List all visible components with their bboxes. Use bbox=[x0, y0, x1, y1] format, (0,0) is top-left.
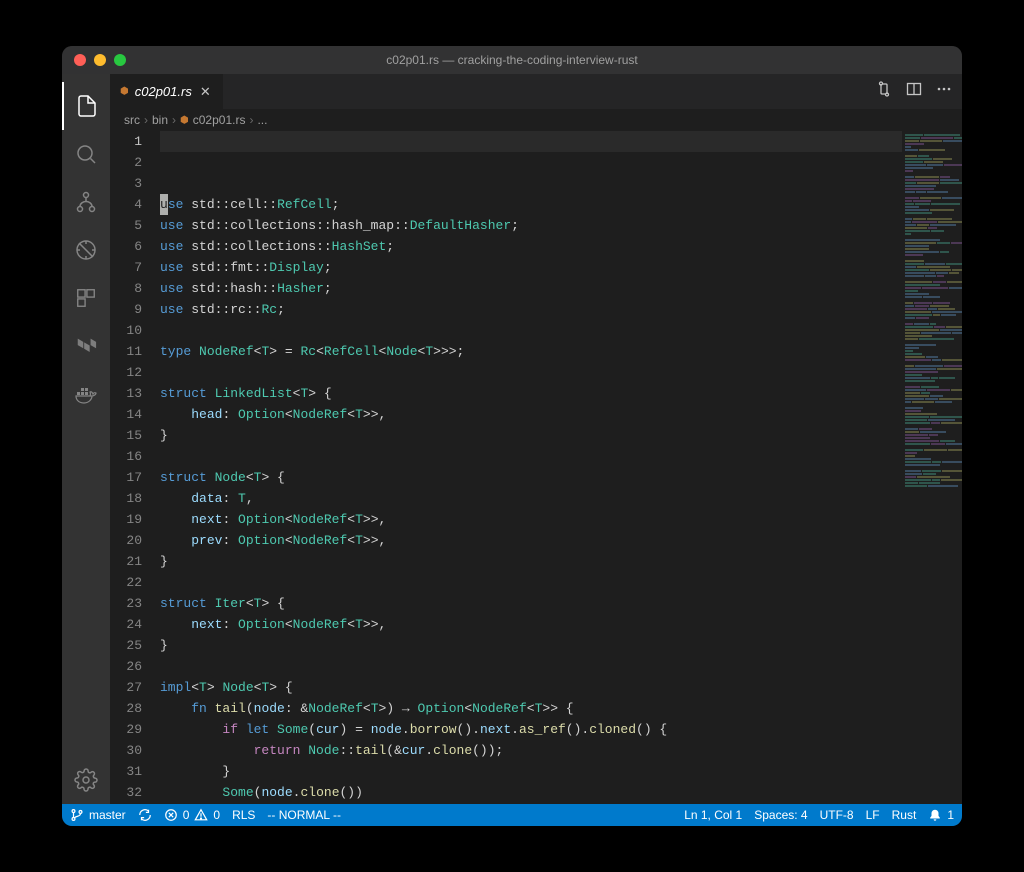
sync-button[interactable] bbox=[138, 808, 152, 822]
docker-icon[interactable] bbox=[62, 370, 110, 418]
rust-file-icon: ⬢ bbox=[120, 86, 129, 97]
git-compare-icon[interactable] bbox=[876, 81, 892, 102]
status-bar: master 0 0 RLS -- NORMAL -- Ln 1, Col 1 … bbox=[62, 804, 962, 826]
tab-bar: ⬢ c02p01.rs ✕ bbox=[110, 74, 962, 109]
editor-group: ⬢ c02p01.rs ✕ src bbox=[110, 74, 962, 804]
encoding-status[interactable]: UTF-8 bbox=[820, 808, 854, 822]
terraform-icon[interactable] bbox=[62, 322, 110, 370]
search-icon[interactable] bbox=[62, 130, 110, 178]
chevron-right-icon: › bbox=[249, 113, 253, 127]
chevron-right-icon: › bbox=[172, 113, 176, 127]
more-actions-icon[interactable] bbox=[936, 81, 952, 102]
cursor-position-status[interactable]: Ln 1, Col 1 bbox=[684, 808, 742, 822]
titlebar: c02p01.rs — cracking-the-coding-intervie… bbox=[62, 46, 962, 74]
maximize-window-button[interactable] bbox=[114, 54, 126, 66]
language-mode-status[interactable]: Rust bbox=[892, 808, 917, 822]
settings-gear-icon[interactable] bbox=[62, 756, 110, 804]
tab-close-icon[interactable]: ✕ bbox=[198, 82, 213, 102]
indentation-status[interactable]: Spaces: 4 bbox=[754, 808, 807, 822]
breadcrumb-part[interactable]: ... bbox=[257, 113, 267, 127]
chevron-right-icon: › bbox=[144, 113, 148, 127]
warning-count: 0 bbox=[213, 808, 220, 822]
rls-status[interactable]: RLS bbox=[232, 808, 255, 822]
split-editor-icon[interactable] bbox=[906, 81, 922, 102]
git-branch-status[interactable]: master bbox=[70, 808, 126, 822]
code-editor[interactable]: use std::cell::RefCell;use std::collecti… bbox=[160, 131, 902, 804]
current-line-highlight bbox=[160, 131, 902, 152]
notifications-status[interactable]: 1 bbox=[928, 808, 954, 822]
activity-bar bbox=[62, 74, 110, 804]
close-window-button[interactable] bbox=[74, 54, 86, 66]
notification-count: 1 bbox=[947, 808, 954, 822]
breadcrumb-part[interactable]: bin bbox=[152, 113, 168, 127]
error-count: 0 bbox=[183, 808, 190, 822]
eol-status[interactable]: LF bbox=[866, 808, 880, 822]
breadcrumb-part[interactable]: c02p01.rs bbox=[193, 113, 246, 127]
problems-status[interactable]: 0 0 bbox=[164, 808, 220, 822]
rust-file-icon: ⬢ bbox=[180, 115, 189, 126]
minimize-window-button[interactable] bbox=[94, 54, 106, 66]
branch-name: master bbox=[89, 808, 126, 822]
editor-wrap: 1234567891011121314151617181920212223242… bbox=[110, 131, 962, 804]
vim-mode-status[interactable]: -- NORMAL -- bbox=[267, 808, 341, 822]
source-control-icon[interactable] bbox=[62, 178, 110, 226]
explorer-icon[interactable] bbox=[62, 82, 110, 130]
tab-active[interactable]: ⬢ c02p01.rs ✕ bbox=[110, 74, 224, 109]
tab-label: c02p01.rs bbox=[135, 84, 192, 99]
minimap[interactable] bbox=[902, 131, 962, 804]
breadcrumb-part[interactable]: src bbox=[124, 113, 140, 127]
window-body: ⬢ c02p01.rs ✕ src bbox=[62, 74, 962, 804]
vscode-window: c02p01.rs — cracking-the-coding-intervie… bbox=[62, 46, 962, 826]
line-number-gutter[interactable]: 1234567891011121314151617181920212223242… bbox=[110, 131, 160, 804]
extensions-icon[interactable] bbox=[62, 274, 110, 322]
window-title: c02p01.rs — cracking-the-coding-intervie… bbox=[62, 53, 962, 67]
traffic-lights bbox=[74, 54, 126, 66]
breadcrumb[interactable]: src › bin › ⬢ c02p01.rs › ... bbox=[110, 109, 962, 131]
debug-icon[interactable] bbox=[62, 226, 110, 274]
editor-actions bbox=[876, 74, 962, 109]
